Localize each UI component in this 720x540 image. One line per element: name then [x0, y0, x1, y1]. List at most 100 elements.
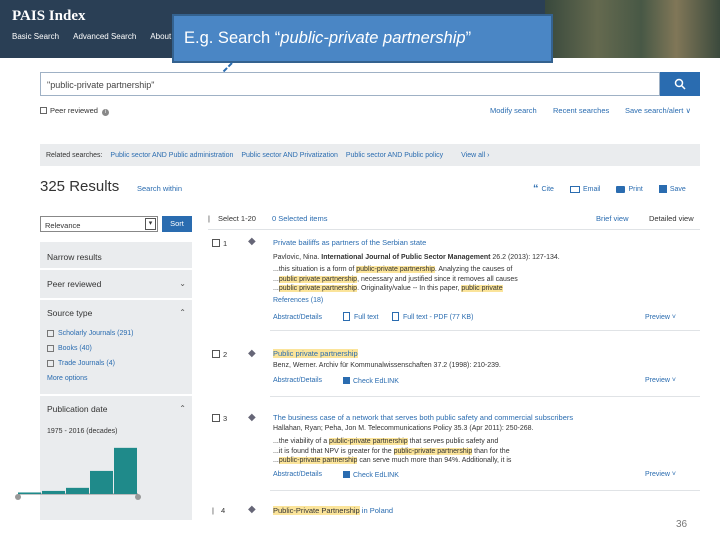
nav-advanced-search[interactable]: Advanced Search [73, 32, 136, 41]
peer-reviewed-label: Peer reviewed [50, 106, 98, 115]
result-checkbox[interactable] [212, 350, 220, 358]
sort-select[interactable]: Relevance ▾ [40, 216, 158, 232]
preview-toggle[interactable]: Preview ˅ [645, 471, 676, 478]
nav-about[interactable]: About [150, 32, 171, 41]
peer-reviewed-facet[interactable]: Peer reviewed ⌄ [40, 279, 192, 289]
scholarly-journal-icon: ◆ [248, 348, 256, 359]
info-icon[interactable]: i [102, 109, 110, 116]
snippet-text: ...it is found that NPV is greater for t… [273, 448, 392, 455]
source-type-label: Source type [47, 308, 93, 318]
peer-reviewed-checkbox[interactable] [40, 107, 47, 114]
more-options-link[interactable]: More options [47, 375, 87, 382]
byline-author: Pavlovic, Nina [273, 254, 318, 261]
full-text-label: Full text [354, 314, 379, 321]
email-label: Email [582, 185, 601, 193]
search-within-link[interactable]: Search within [137, 184, 182, 193]
sort-button[interactable]: Sort [162, 216, 192, 232]
full-text-link[interactable]: Full text [343, 312, 379, 321]
histogram-bar-1990s[interactable] [66, 487, 89, 494]
brief-view-link[interactable]: Brief view [596, 214, 629, 223]
print-icon [616, 185, 626, 193]
print-button[interactable]: Print [616, 183, 643, 195]
title-rest: in Poland [359, 506, 394, 515]
snippet-text: can serve much more than 94%. Additional… [357, 457, 512, 464]
source-trade-journals[interactable]: Trade Journals (4) [47, 360, 115, 367]
related-search-link[interactable]: Public sector AND Privatization [241, 152, 337, 159]
callout-prefix: E.g. Search “ [184, 29, 281, 47]
book-icon [47, 345, 54, 352]
result-number: 3 [223, 414, 228, 423]
detailed-view-link[interactable]: Detailed view [649, 214, 694, 223]
check-edlink-link[interactable]: Check EdLINK [343, 471, 399, 479]
recent-searches-link[interactable]: Recent searches [553, 106, 609, 115]
result-snippet: ...the viability of a public-private par… [273, 438, 498, 445]
result-checkbox[interactable] [212, 414, 220, 422]
search-button[interactable] [660, 72, 700, 96]
range-slider-start-handle[interactable] [15, 494, 21, 500]
source-books[interactable]: Books (40) [47, 345, 92, 352]
abstract-details-link[interactable]: Abstract/Details [273, 377, 322, 384]
check-edlink-link[interactable]: Check EdLINK [343, 377, 399, 385]
abstract-details-link[interactable]: Abstract/Details [273, 471, 322, 478]
related-search-link[interactable]: Public sector AND Public administration [110, 152, 233, 159]
brand-logo[interactable]: PAIS Index [12, 8, 86, 25]
result-title[interactable]: Private bailiffs as partners of the Serb… [273, 238, 426, 247]
source-type-facet[interactable]: Source type ⌃ [40, 308, 192, 318]
select-range-control[interactable]: Select 1-20 [218, 214, 256, 223]
histogram-bar-1970s[interactable] [18, 492, 41, 494]
sort-selected-value: Relevance [45, 221, 81, 230]
modify-search-link[interactable]: Modify search [490, 106, 537, 115]
result-checkbox[interactable] [212, 239, 220, 247]
preview-toggle[interactable]: Preview ˅ [645, 314, 676, 321]
result-title[interactable]: The business case of a network that serv… [273, 413, 573, 422]
histogram-bar-2000s[interactable] [90, 470, 113, 494]
email-icon [569, 185, 580, 193]
check-edlink-label: Check EdLINK [353, 472, 399, 479]
range-slider-end-handle[interactable] [135, 494, 141, 500]
snippet-text: than for the [472, 448, 510, 455]
publication-date-histogram[interactable] [12, 442, 144, 502]
related-search-link[interactable]: Public sector AND Public policy [346, 152, 443, 159]
peer-reviewed-filter[interactable]: Peer reviewed i [40, 106, 110, 116]
result-snippet: ...this situation is a form of public-pr… [273, 266, 512, 273]
snippet-text: ... [273, 276, 279, 283]
snippet-text: ... [273, 285, 279, 292]
chevron-down-icon: ▾ [145, 218, 156, 230]
view-all-link[interactable]: View all › [461, 152, 489, 159]
chevron-up-icon: ⌃ [179, 404, 186, 413]
result-snippet: ...public-private partnership can serve … [273, 457, 511, 464]
email-button[interactable]: Email [569, 183, 601, 195]
full-text-pdf-link[interactable]: Full text - PDF (77 KB) [392, 312, 473, 321]
link-icon [343, 471, 350, 478]
snippet-text: ...the viability of a [273, 438, 328, 445]
search-input[interactable]: "public-private partnership" [40, 72, 660, 96]
source-label: Scholarly Journals (291) [58, 330, 134, 337]
histogram-bar-2010s[interactable] [114, 447, 137, 494]
callout-box: E.g. Search “public-private partnership” [172, 14, 553, 63]
preview-toggle[interactable]: Preview ˅ [645, 377, 676, 384]
cite-label: Cite [541, 185, 554, 193]
source-label: Trade Journals (4) [58, 360, 115, 367]
references-link[interactable]: References (18) [273, 297, 323, 304]
document-icon [343, 312, 350, 321]
top-nav: Basic Search Advanced Search About [12, 32, 171, 41]
snippet-text: ...this situation is a form of [273, 266, 355, 273]
journal-icon [47, 330, 54, 337]
result-title[interactable]: Public-Private Partnership in Poland [273, 506, 393, 515]
selected-items-count[interactable]: 0 Selected items [272, 214, 327, 223]
save-button[interactable]: Save [658, 183, 686, 195]
narrow-results-heading: Narrow results [47, 252, 102, 262]
snippet-highlight: public private partnership [278, 285, 358, 292]
slide-page-number: 36 [676, 519, 688, 530]
publication-date-facet[interactable]: Publication date ⌃ [40, 404, 192, 414]
nav-basic-search[interactable]: Basic Search [12, 32, 59, 41]
result-checkbox[interactable] [214, 507, 218, 515]
save-search-link[interactable]: Save search/alert ∨ [625, 106, 691, 115]
snippet-highlight: public private [461, 285, 503, 292]
full-text-pdf-label: Full text - PDF (77 KB) [403, 314, 474, 321]
histogram-bar-1980s[interactable] [42, 490, 65, 494]
result-title[interactable]: Public private partnership [273, 349, 358, 358]
cite-button[interactable]: “Cite [533, 183, 554, 195]
abstract-details-link[interactable]: Abstract/Details [273, 314, 322, 321]
source-scholarly-journals[interactable]: Scholarly Journals (291) [47, 330, 133, 337]
